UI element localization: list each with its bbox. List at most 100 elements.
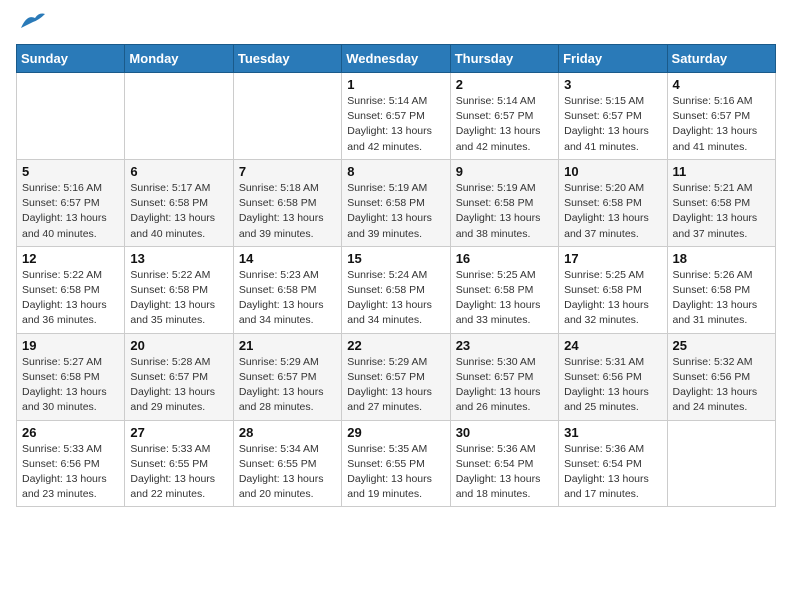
day-number: 16 — [456, 251, 553, 266]
day-cell: 21 Sunrise: 5:29 AM Sunset: 6:57 PM Dayli… — [233, 333, 341, 420]
logo — [16, 16, 47, 32]
weekday-header-monday: Monday — [125, 45, 233, 73]
day-cell: 17 Sunrise: 5:25 AM Sunset: 6:58 PM Dayli… — [559, 246, 667, 333]
day-number: 10 — [564, 164, 661, 179]
day-info: Sunrise: 5:31 AM Sunset: 6:56 PM Dayligh… — [564, 355, 661, 416]
day-info: Sunrise: 5:25 AM Sunset: 6:58 PM Dayligh… — [564, 268, 661, 329]
day-info: Sunrise: 5:21 AM Sunset: 6:58 PM Dayligh… — [673, 181, 770, 242]
week-row-4: 19 Sunrise: 5:27 AM Sunset: 6:58 PM Dayli… — [17, 333, 776, 420]
day-cell: 19 Sunrise: 5:27 AM Sunset: 6:58 PM Dayli… — [17, 333, 125, 420]
day-cell: 7Sunrise: 5:18 AM Sunset: 6:58 PM Daylig… — [233, 159, 341, 246]
day-cell: 30 Sunrise: 5:36 AM Sunset: 6:54 PM Dayli… — [450, 420, 558, 507]
day-info: Sunrise: 5:16 AM Sunset: 6:57 PM Dayligh… — [22, 181, 119, 242]
day-info: Sunrise: 5:29 AM Sunset: 6:57 PM Dayligh… — [347, 355, 444, 416]
day-info: Sunrise: 5:29 AM Sunset: 6:57 PM Dayligh… — [239, 355, 336, 416]
day-cell — [233, 73, 341, 160]
day-cell — [125, 73, 233, 160]
weekday-header-saturday: Saturday — [667, 45, 775, 73]
day-cell: 4 Sunrise: 5:16 AM Sunset: 6:57 PM Daylig… — [667, 73, 775, 160]
day-info: Sunrise: 5:16 AM Sunset: 6:57 PM Dayligh… — [673, 94, 770, 155]
day-info: Sunrise: 5:36 AM Sunset: 6:54 PM Dayligh… — [564, 442, 661, 503]
day-number: 22 — [347, 338, 444, 353]
day-info: Sunrise: 5:35 AM Sunset: 6:55 PM Dayligh… — [347, 442, 444, 503]
day-info: Sunrise: 5:32 AM Sunset: 6:56 PM Dayligh… — [673, 355, 770, 416]
day-number: 3 — [564, 77, 661, 92]
day-info: Sunrise: 5:34 AM Sunset: 6:55 PM Dayligh… — [239, 442, 336, 503]
weekday-header-sunday: Sunday — [17, 45, 125, 73]
day-number: 26 — [22, 425, 119, 440]
day-cell: 22 Sunrise: 5:29 AM Sunset: 6:57 PM Dayli… — [342, 333, 450, 420]
day-number: 19 — [22, 338, 119, 353]
day-info: Sunrise: 5:27 AM Sunset: 6:58 PM Dayligh… — [22, 355, 119, 416]
day-number: 27 — [130, 425, 227, 440]
day-info: Sunrise: 5:19 AM Sunset: 6:58 PM Dayligh… — [456, 181, 553, 242]
day-info: Sunrise: 5:15 AM Sunset: 6:57 PM Dayligh… — [564, 94, 661, 155]
day-number: 12 — [22, 251, 119, 266]
day-info: Sunrise: 5:19 AM Sunset: 6:58 PM Dayligh… — [347, 181, 444, 242]
day-info: Sunrise: 5:23 AM Sunset: 6:58 PM Dayligh… — [239, 268, 336, 329]
day-number: 5 — [22, 164, 119, 179]
week-row-5: 26 Sunrise: 5:33 AM Sunset: 6:56 PM Dayli… — [17, 420, 776, 507]
day-info: Sunrise: 5:20 AM Sunset: 6:58 PM Dayligh… — [564, 181, 661, 242]
day-number: 4 — [673, 77, 770, 92]
calendar-table: SundayMondayTuesdayWednesdayThursdayFrid… — [16, 44, 776, 507]
day-cell: 23Sunrise: 5:30 AM Sunset: 6:57 PM Dayli… — [450, 333, 558, 420]
day-number: 2 — [456, 77, 553, 92]
day-number: 29 — [347, 425, 444, 440]
day-number: 7 — [239, 164, 336, 179]
day-number: 18 — [673, 251, 770, 266]
day-number: 17 — [564, 251, 661, 266]
day-number: 25 — [673, 338, 770, 353]
day-cell: 3 Sunrise: 5:15 AM Sunset: 6:57 PM Daylig… — [559, 73, 667, 160]
day-number: 9 — [456, 164, 553, 179]
day-number: 13 — [130, 251, 227, 266]
day-number: 8 — [347, 164, 444, 179]
day-cell: 24 Sunrise: 5:31 AM Sunset: 6:56 PM Dayli… — [559, 333, 667, 420]
day-cell: 9 Sunrise: 5:19 AM Sunset: 6:58 PM Daylig… — [450, 159, 558, 246]
day-cell: 8 Sunrise: 5:19 AM Sunset: 6:58 PM Daylig… — [342, 159, 450, 246]
day-info: Sunrise: 5:28 AM Sunset: 6:57 PM Dayligh… — [130, 355, 227, 416]
day-info: Sunrise: 5:25 AM Sunset: 6:58 PM Dayligh… — [456, 268, 553, 329]
day-number: 15 — [347, 251, 444, 266]
day-cell: 14 Sunrise: 5:23 AM Sunset: 6:58 PM Dayli… — [233, 246, 341, 333]
day-cell: 31 Sunrise: 5:36 AM Sunset: 6:54 PM Dayli… — [559, 420, 667, 507]
day-cell: 20 Sunrise: 5:28 AM Sunset: 6:57 PM Dayli… — [125, 333, 233, 420]
day-cell: 2 Sunrise: 5:14 AM Sunset: 6:57 PM Daylig… — [450, 73, 558, 160]
day-cell: 5 Sunrise: 5:16 AM Sunset: 6:57 PM Daylig… — [17, 159, 125, 246]
day-cell: 1 Sunrise: 5:14 AM Sunset: 6:57 PM Daylig… — [342, 73, 450, 160]
day-info: Sunrise: 5:36 AM Sunset: 6:54 PM Dayligh… — [456, 442, 553, 503]
day-info: Sunrise: 5:14 AM Sunset: 6:57 PM Dayligh… — [347, 94, 444, 155]
day-cell: 10 Sunrise: 5:20 AM Sunset: 6:58 PM Dayli… — [559, 159, 667, 246]
day-cell: 12 Sunrise: 5:22 AM Sunset: 6:58 PM Dayli… — [17, 246, 125, 333]
weekday-header-tuesday: Tuesday — [233, 45, 341, 73]
day-info: Sunrise: 5:17 AM Sunset: 6:58 PM Dayligh… — [130, 181, 227, 242]
day-info: Sunrise: 5:33 AM Sunset: 6:56 PM Dayligh… — [22, 442, 119, 503]
week-row-3: 12 Sunrise: 5:22 AM Sunset: 6:58 PM Dayli… — [17, 246, 776, 333]
day-number: 11 — [673, 164, 770, 179]
day-cell: 25 Sunrise: 5:32 AM Sunset: 6:56 PM Dayli… — [667, 333, 775, 420]
day-cell: 13 Sunrise: 5:22 AM Sunset: 6:58 PM Dayli… — [125, 246, 233, 333]
day-number: 31 — [564, 425, 661, 440]
day-info: Sunrise: 5:22 AM Sunset: 6:58 PM Dayligh… — [130, 268, 227, 329]
day-info: Sunrise: 5:33 AM Sunset: 6:55 PM Dayligh… — [130, 442, 227, 503]
day-number: 1 — [347, 77, 444, 92]
weekday-header-friday: Friday — [559, 45, 667, 73]
day-info: Sunrise: 5:22 AM Sunset: 6:58 PM Dayligh… — [22, 268, 119, 329]
day-cell: 18 Sunrise: 5:26 AM Sunset: 6:58 PM Dayli… — [667, 246, 775, 333]
day-cell: 29 Sunrise: 5:35 AM Sunset: 6:55 PM Dayli… — [342, 420, 450, 507]
week-row-1: 1 Sunrise: 5:14 AM Sunset: 6:57 PM Daylig… — [17, 73, 776, 160]
day-cell — [17, 73, 125, 160]
day-info: Sunrise: 5:26 AM Sunset: 6:58 PM Dayligh… — [673, 268, 770, 329]
day-number: 20 — [130, 338, 227, 353]
day-cell — [667, 420, 775, 507]
weekday-header-wednesday: Wednesday — [342, 45, 450, 73]
day-number: 24 — [564, 338, 661, 353]
day-number: 28 — [239, 425, 336, 440]
day-number: 30 — [456, 425, 553, 440]
day-number: 14 — [239, 251, 336, 266]
weekday-header-row: SundayMondayTuesdayWednesdayThursdayFrid… — [17, 45, 776, 73]
day-number: 21 — [239, 338, 336, 353]
day-info: Sunrise: 5:14 AM Sunset: 6:57 PM Dayligh… — [456, 94, 553, 155]
day-number: 6 — [130, 164, 227, 179]
day-cell: 16 Sunrise: 5:25 AM Sunset: 6:58 PM Dayli… — [450, 246, 558, 333]
